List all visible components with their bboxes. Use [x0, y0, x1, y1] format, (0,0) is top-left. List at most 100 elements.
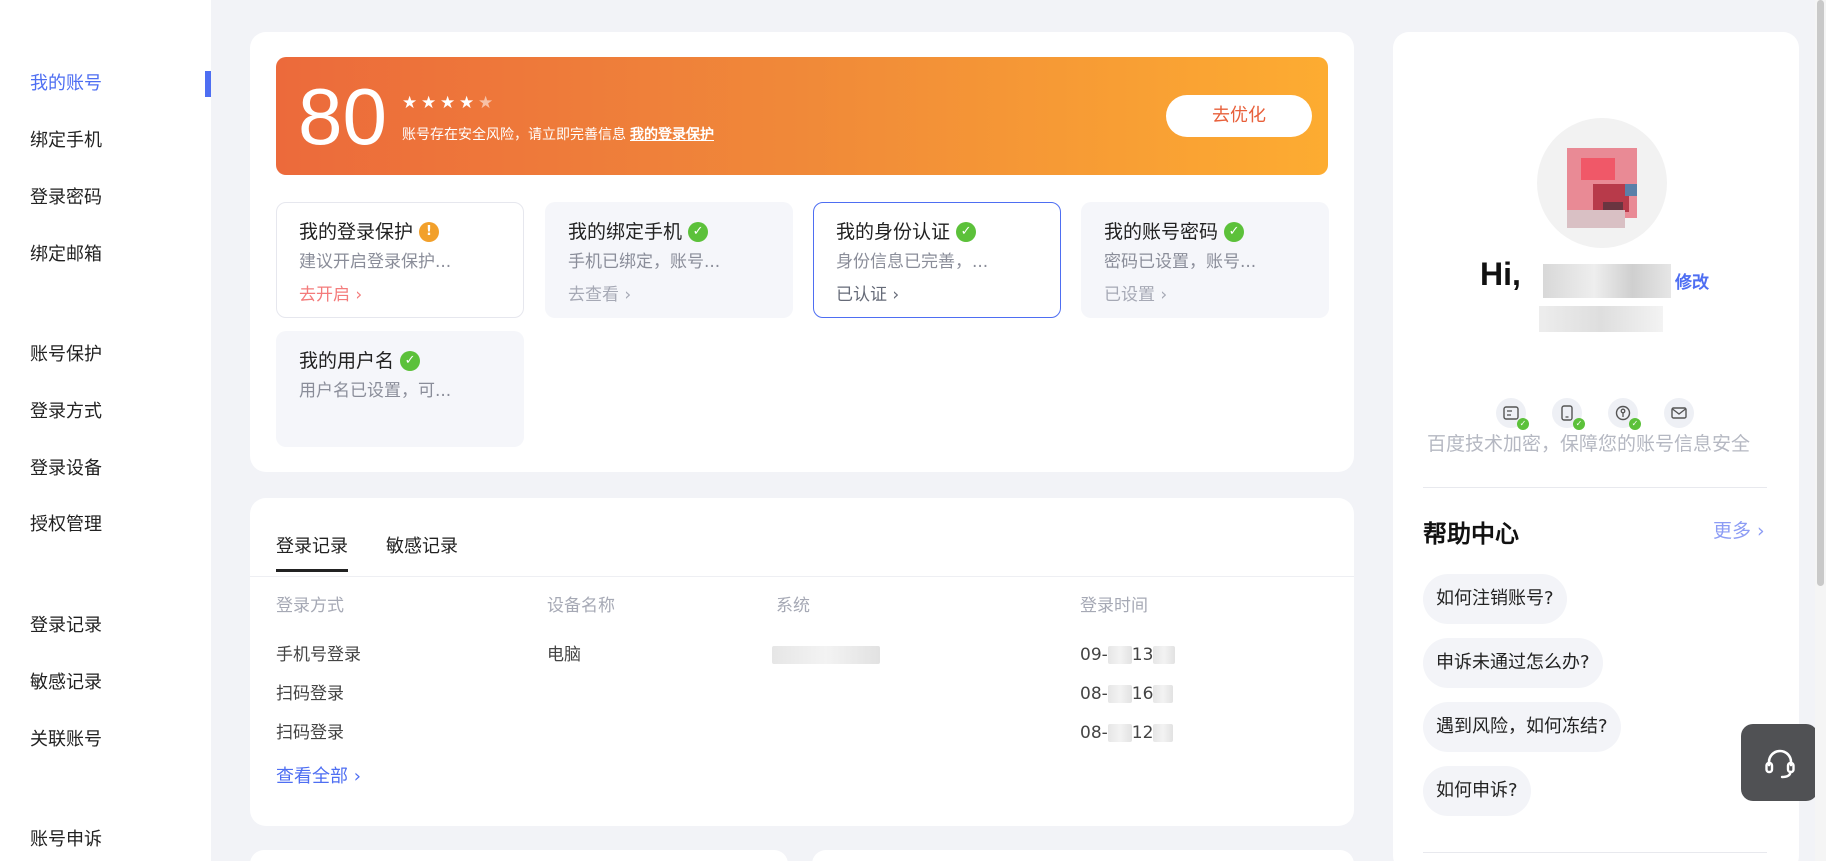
help-center-title: 帮助中心	[1423, 520, 1519, 548]
record-method: 扫码登录	[276, 723, 344, 743]
security-item-bind-phone[interactable]: 我的绑定手机 ✓ 手机已绑定，账号... 去查看 ›	[545, 202, 793, 318]
set-link[interactable]: 已设置 ›	[1104, 283, 1167, 307]
faq-item[interactable]: 遇到风险，如何冻结?	[1423, 702, 1621, 752]
id-card-icon[interactable]: ✓	[1496, 398, 1529, 430]
sidebar-item-authorization[interactable]: 授权管理	[30, 513, 102, 537]
star-empty-icon: ★	[478, 93, 494, 113]
profile-card: Hi, 修改 ✓ ✓ ✓ 百度技术加密，保障您的账号信息安全 帮助中心 更多 ›…	[1393, 32, 1799, 861]
sidebar: 我的账号 绑定手机 登录密码 绑定邮箱 账号保护 登录方式 登录设备 授权管理 …	[0, 0, 211, 861]
record-time-mid: 12	[1131, 723, 1154, 743]
warning-icon: !	[419, 222, 440, 242]
security-item-title-text: 我的身份认证	[836, 221, 951, 243]
record-method: 手机号登录	[276, 645, 361, 665]
customer-service-button[interactable]	[1741, 724, 1818, 801]
column-header-system: 系统	[776, 596, 810, 616]
sidebar-item-login-records[interactable]: 登录记录	[30, 614, 102, 638]
key-icon[interactable]: ✓	[1608, 398, 1641, 430]
sidebar-item-bind-email[interactable]: 绑定邮箱	[30, 243, 102, 267]
sidebar-item-sensitive-records[interactable]: 敏感记录	[30, 671, 102, 695]
star-icon: ★	[402, 93, 418, 113]
faq-item[interactable]: 申诉未通过怎么办?	[1423, 638, 1603, 688]
security-item-title-text: 我的用户名	[299, 350, 395, 372]
security-tip: 账号存在安全风险，请立即完善信息 我的登录保护	[402, 125, 714, 145]
security-item-title-text: 我的账号密码	[1104, 221, 1219, 243]
divider	[1423, 852, 1767, 853]
view-all-link[interactable]: 查看全部 ›	[276, 764, 361, 790]
security-item-desc: 手机已绑定，账号...	[568, 252, 721, 272]
bottom-card-left	[250, 850, 788, 861]
check-icon: ✓	[400, 351, 421, 371]
sidebar-item-login-password[interactable]: 登录密码	[30, 186, 102, 210]
view-link[interactable]: 去查看 ›	[568, 283, 631, 307]
check-icon: ✓	[956, 222, 977, 242]
security-score: 80	[298, 72, 387, 161]
record-method: 扫码登录	[276, 684, 344, 704]
security-item-title: 我的用户名 ✓	[299, 348, 421, 374]
avatar[interactable]	[1537, 118, 1667, 248]
check-icon: ✓	[1573, 418, 1585, 430]
check-icon: ✓	[688, 222, 709, 242]
sidebar-item-appeal[interactable]: 账号申诉	[30, 828, 102, 852]
record-device: 电脑	[547, 645, 581, 665]
security-item-title-text: 我的登录保护	[299, 221, 414, 243]
column-header-method: 登录方式	[276, 596, 344, 616]
check-icon: ✓	[1629, 418, 1641, 430]
security-item-identity[interactable]: 我的身份认证 ✓ 身份信息已完善，... 已认证 ›	[813, 202, 1061, 318]
enable-link[interactable]: 去开启 ›	[299, 283, 362, 307]
security-item-title: 我的身份认证 ✓	[836, 219, 977, 245]
active-indicator	[205, 71, 211, 97]
greeting: Hi,	[1480, 256, 1521, 292]
sidebar-item-bind-phone[interactable]: 绑定手机	[30, 129, 102, 153]
sidebar-item-login-devices[interactable]: 登录设备	[30, 457, 102, 481]
star-icon: ★	[421, 93, 437, 113]
record-time-mid: 16	[1131, 684, 1154, 704]
security-tip-text: 账号存在安全风险，请立即完善信息	[402, 127, 626, 143]
record-time-prefix: 09-	[1080, 645, 1108, 665]
record-time-prefix: 08-	[1080, 684, 1108, 704]
security-item-desc: 用户名已设置，可...	[299, 381, 452, 401]
tab-sensitive-records[interactable]: 敏感记录	[386, 534, 458, 572]
sidebar-item-login-method[interactable]: 登录方式	[30, 400, 102, 424]
records-tabs: 登录记录 敏感记录	[276, 534, 458, 572]
headset-icon	[1764, 749, 1795, 778]
security-item-login-protection[interactable]: 我的登录保护! 建议开启登录保护... 去开启 ›	[276, 202, 524, 318]
record-time: 09- 13	[1080, 643, 1176, 667]
record-system-redacted	[772, 643, 880, 667]
tab-login-records[interactable]: 登录记录	[276, 534, 348, 572]
record-time: 08- 12	[1080, 721, 1174, 745]
security-item-title: 我的账号密码 ✓	[1104, 219, 1245, 245]
security-notice: 百度技术加密，保障您的账号信息安全	[1427, 433, 1751, 455]
check-icon: ✓	[1517, 418, 1529, 430]
username-redacted	[1543, 264, 1671, 298]
phone-icon[interactable]: ✓	[1552, 398, 1585, 430]
faq-item[interactable]: 如何申诉?	[1423, 766, 1531, 816]
star-icon: ★	[459, 93, 475, 113]
sidebar-item-linked-accounts[interactable]: 关联账号	[30, 728, 102, 752]
column-header-time: 登录时间	[1080, 596, 1148, 616]
record-time: 08- 16	[1080, 682, 1174, 706]
star-icon: ★	[440, 93, 456, 113]
sidebar-item-account-protection[interactable]: 账号保护	[30, 343, 102, 367]
security-item-username[interactable]: 我的用户名 ✓ 用户名已设置，可...	[276, 331, 524, 447]
security-item-title: 我的绑定手机 ✓	[568, 219, 709, 245]
verification-icons: ✓ ✓ ✓	[1496, 398, 1694, 430]
modify-name-link[interactable]: 修改	[1675, 268, 1709, 293]
username-sub-redacted	[1539, 306, 1663, 332]
security-item-password[interactable]: 我的账号密码 ✓ 密码已设置，账号... 已设置 ›	[1081, 202, 1329, 318]
optimize-button[interactable]: 去优化	[1166, 95, 1312, 137]
security-item-desc: 密码已设置，账号...	[1104, 252, 1257, 272]
verified-link[interactable]: 已认证 ›	[836, 283, 899, 307]
scrollbar-thumb[interactable]	[1817, 0, 1824, 586]
security-item-desc: 建议开启登录保护...	[299, 252, 452, 272]
faq-item[interactable]: 如何注销账号?	[1423, 574, 1567, 624]
security-item-desc: 身份信息已完善，...	[836, 252, 989, 272]
more-link[interactable]: 更多 ›	[1713, 516, 1765, 543]
bottom-card-right	[812, 850, 1354, 861]
check-icon: ✓	[1224, 222, 1245, 242]
sidebar-item-my-account[interactable]: 我的账号	[30, 72, 102, 96]
mail-icon[interactable]	[1664, 398, 1694, 428]
scrollbar[interactable]	[1815, 0, 1826, 861]
login-protection-link[interactable]: 我的登录保护	[630, 127, 714, 143]
security-item-title: 我的登录保护!	[299, 219, 440, 245]
star-rating: ★ ★ ★ ★ ★	[402, 93, 494, 113]
